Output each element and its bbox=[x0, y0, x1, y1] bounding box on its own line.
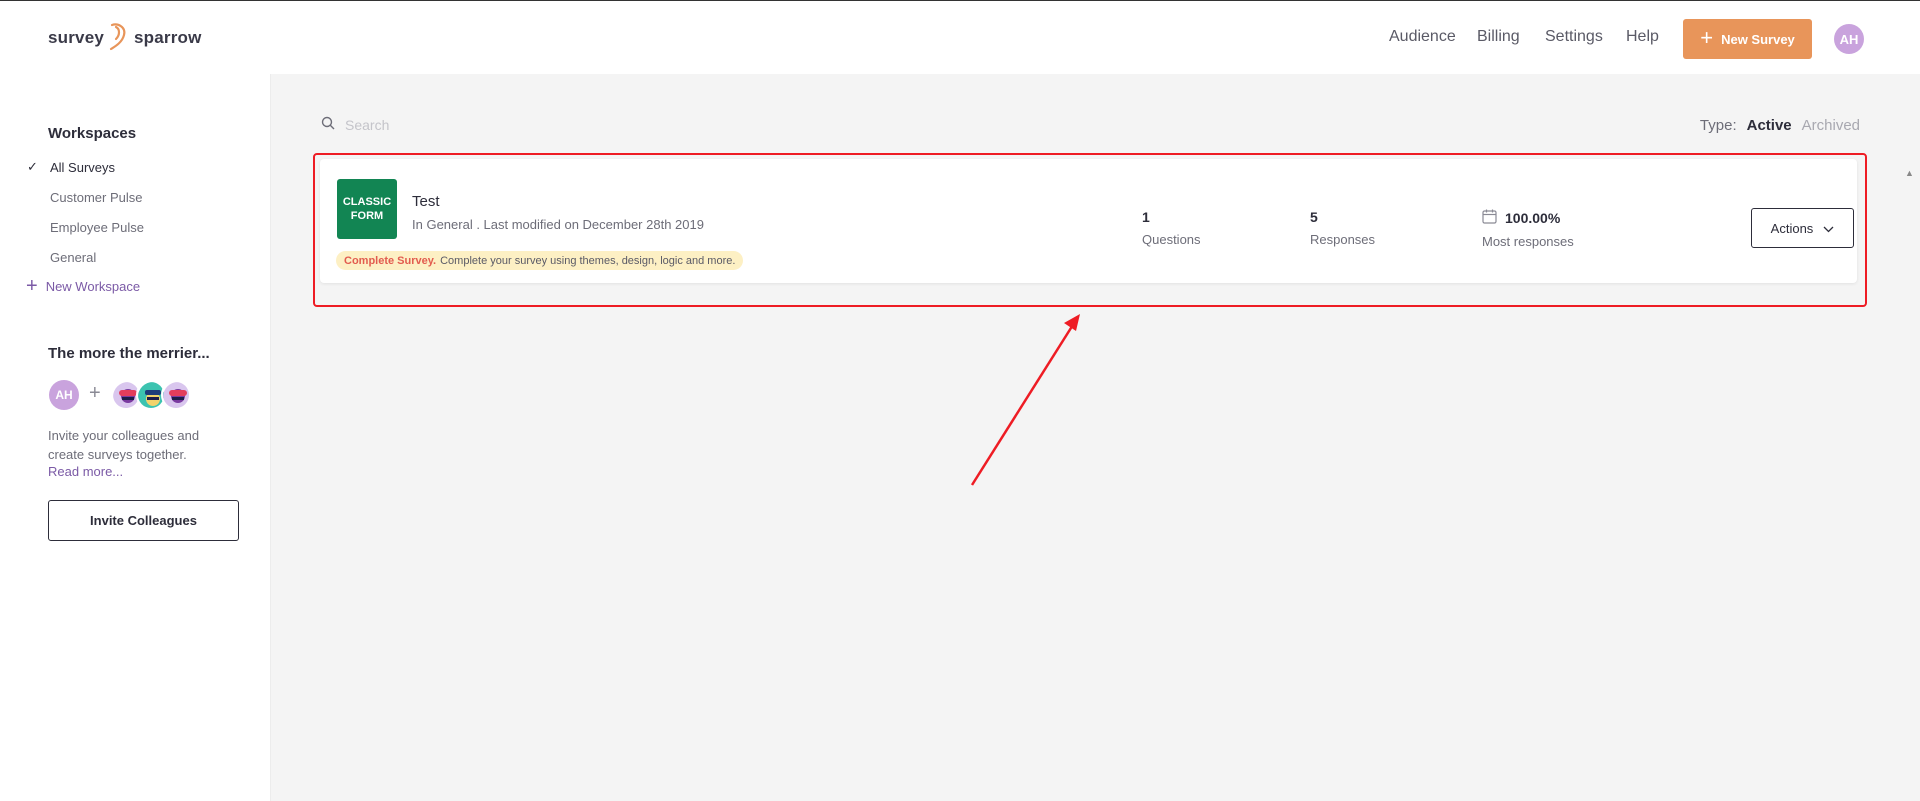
search-bar[interactable]: Search bbox=[321, 116, 389, 133]
sidebar-item-general[interactable]: General bbox=[50, 250, 96, 265]
new-survey-label: New Survey bbox=[1721, 31, 1795, 47]
annotation-arrow-icon bbox=[970, 314, 1080, 486]
plus-icon: + bbox=[26, 275, 38, 297]
search-input[interactable]: Search bbox=[345, 117, 389, 133]
merrier-title: The more the merrier... bbox=[48, 345, 210, 362]
logo-text-sparrow: sparrow bbox=[134, 28, 202, 47]
invite-description: Invite your colleagues and create survey… bbox=[48, 428, 200, 462]
new-workspace-link[interactable]: + New Workspace bbox=[26, 276, 140, 296]
plus-icon: + bbox=[89, 382, 101, 404]
sidebar-item-customer-pulse[interactable]: Customer Pulse bbox=[50, 190, 142, 205]
surveysparrow-logo[interactable]: survey sparrow bbox=[48, 21, 202, 55]
top-header: survey sparrow Audience Billing Settings… bbox=[0, 1, 1920, 74]
plus-icon: + bbox=[1700, 25, 1714, 50]
scrollbar-up-arrow[interactable]: ▲ bbox=[1905, 168, 1914, 178]
sidebar: Workspaces ✓ All Surveys Customer Pulse … bbox=[0, 74, 271, 801]
workspaces-title: Workspaces bbox=[48, 125, 137, 142]
highlight-box-annotation bbox=[313, 153, 1867, 307]
read-more-link[interactable]: Read more... bbox=[48, 464, 123, 479]
type-filter: Type: Active Archived bbox=[1700, 117, 1860, 134]
nav-audience[interactable]: Audience bbox=[1389, 28, 1456, 46]
type-active-option[interactable]: Active bbox=[1747, 117, 1792, 134]
my-avatar: AH bbox=[49, 380, 79, 410]
nav-help[interactable]: Help bbox=[1626, 28, 1659, 46]
logo-text-survey: survey bbox=[48, 28, 105, 47]
sparrow-bird-icon bbox=[108, 21, 130, 56]
new-workspace-label: New Workspace bbox=[45, 278, 141, 294]
sidebar-item-employee-pulse[interactable]: Employee Pulse bbox=[50, 220, 144, 235]
user-avatar[interactable]: AH bbox=[1834, 24, 1864, 54]
invite-colleagues-button[interactable]: Invite Colleagues bbox=[48, 500, 239, 541]
check-icon: ✓ bbox=[27, 159, 38, 174]
sidebar-item-all-surveys[interactable]: All Surveys bbox=[50, 160, 115, 175]
nav-billing[interactable]: Billing bbox=[1477, 28, 1520, 46]
type-archived-option[interactable]: Archived bbox=[1802, 117, 1860, 134]
nav-settings[interactable]: Settings bbox=[1545, 28, 1603, 46]
search-icon bbox=[321, 116, 335, 133]
new-survey-button[interactable]: + New Survey bbox=[1683, 19, 1812, 59]
type-label: Type: bbox=[1699, 117, 1737, 134]
colleague-avatar bbox=[161, 380, 191, 410]
